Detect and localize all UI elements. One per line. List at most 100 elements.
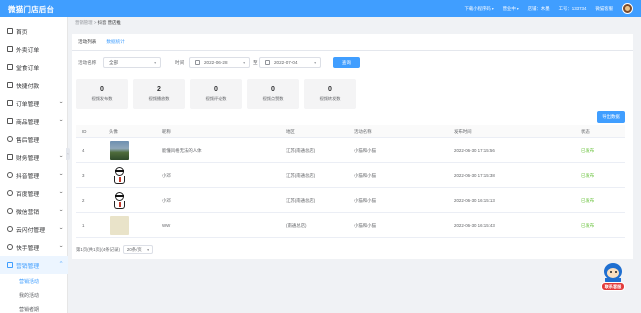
monitor-icon (7, 82, 13, 88)
sidebar-subitem-marketing-activities[interactable]: 营销活动 (0, 274, 68, 288)
stat-card-videos-published: 0 视频发布数 (76, 79, 128, 109)
user-avatar-image (110, 190, 129, 210)
sidebar-item-label: 抖音管理 (16, 173, 40, 180)
user-avatar-image (110, 215, 129, 235)
chevron-down-icon: ⌄ (58, 189, 64, 195)
end-date-picker[interactable]: 2022-07-04 ▾ (259, 57, 321, 68)
table-row[interactable]: 1 WW (南通总店) 小猫和小猫 2022-06-30 16:15:43 已发… (76, 213, 625, 238)
chevron-down-icon: ⌄ (58, 225, 64, 231)
cell-id: 4 (82, 148, 85, 153)
cell-region: (南通总店) (286, 223, 307, 228)
cell-activity: 小猫和小猫 (354, 173, 376, 178)
grid-icon (7, 262, 13, 268)
activity-filter-label: 活动名称 (78, 60, 97, 65)
cell-publish-time: 2022-06-30 16:15:43 (454, 223, 495, 228)
sidebar-item-wechat-marketing[interactable]: 微信营销 ⌄ (0, 202, 68, 220)
sidebar-item-dinein-orders[interactable]: 堂食订单 (0, 58, 68, 76)
wallet-icon (7, 154, 13, 160)
cell-region: 江苏(南通总店) (286, 198, 316, 203)
sidebar-item-label: 商品管理 (16, 119, 40, 126)
document-icon (7, 64, 13, 70)
date-range-separator: 至 (253, 60, 258, 65)
sidebar-subitem-marketing-periods[interactable]: 营销者期 (0, 302, 68, 313)
table-row[interactable]: 3 小邓 江苏(南通总店) 小猫和小猫 2022-06-30 17:15:38 … (76, 163, 625, 188)
avatar[interactable] (622, 3, 633, 14)
sidebar-item-unionpay[interactable]: 云闪付管理 ⌄ (0, 220, 68, 238)
sidebar-item-product-management[interactable]: 商品管理 ⌄ (0, 112, 68, 130)
table-row[interactable]: 2 小邓 江苏(南通总店) 小猫和小猫 2022-06-30 16:15:13 … (76, 188, 625, 213)
home-icon (7, 28, 13, 34)
sidebar-item-marketing[interactable]: 营销管理 ⌃ (0, 256, 68, 274)
cell-activity: 小猫和小猫 (354, 148, 376, 153)
cell-activity: 小猫和小猫 (354, 198, 376, 203)
stat-value: 0 (214, 86, 218, 93)
sidebar-item-order-management[interactable]: 订单管理 ⌄ (0, 94, 68, 112)
sidebar-item-douyin[interactable]: 抖音管理 ⌄ (0, 166, 68, 184)
download-miniprogram-menu[interactable]: 下载小程序码 ▾ (464, 6, 493, 12)
stat-card-video-shares: 0 视频转发数 (304, 79, 356, 109)
business-status-label: 营业中 (502, 5, 516, 11)
sidebar-item-home[interactable]: 首页 (0, 22, 68, 40)
user-avatar-image (110, 165, 129, 185)
table-header: ID 头像 昵称 地区 活动名称 发布时间 状态 (76, 125, 625, 138)
kuaishou-icon (7, 244, 13, 250)
start-date-value: 2022-06-28 (204, 60, 228, 65)
mascot-eye (615, 271, 617, 273)
sidebar-item-after-sales[interactable]: 售后管理 (0, 130, 68, 148)
sidebar-item-baidu[interactable]: 百度管理 ⌄ (0, 184, 68, 202)
business-status-menu[interactable]: 营业中 ▾ (503, 6, 519, 12)
mascot-face (607, 268, 619, 278)
cell-id: 2 (82, 198, 85, 203)
mascot-label: 联系客服 (601, 282, 625, 291)
page-size-select[interactable]: 20条/页 ▾ (122, 245, 153, 254)
sidebar-item-quick-pay[interactable]: 快捷付款 (0, 76, 68, 94)
user-name[interactable]: 微猫客服 (595, 6, 613, 12)
chevron-down-icon: ▾ (314, 60, 316, 65)
sidebar-item-finance[interactable]: 财务管理 ⌄ (0, 148, 68, 166)
status-badge: 已发布 (581, 173, 595, 178)
sidebar-item-kuaishou[interactable]: 快手管理 ⌄ (0, 238, 68, 256)
breadcrumb-parent[interactable]: 营销管理 (75, 20, 93, 25)
chevron-down-icon: ⌄ (58, 171, 64, 177)
chevron-down-icon: ⌄ (58, 117, 64, 123)
sidebar-collapse-handle[interactable]: ‹ (66, 148, 70, 160)
bag-icon (7, 118, 13, 124)
start-date-picker[interactable]: 2022-06-28 ▾ (189, 57, 250, 68)
status-badge: 已发布 (581, 148, 595, 153)
stat-label: 视频转发数 (319, 96, 341, 101)
sidebar-item-delivery-orders[interactable]: 外卖订单 (0, 40, 68, 58)
chevron-down-icon: ⌄ (58, 153, 64, 159)
breadcrumb: 营销管理 > 抖音 营店推 (75, 20, 121, 26)
chevron-down-icon: ⌄ (58, 243, 64, 249)
headset-icon (7, 136, 13, 142)
customer-service-mascot[interactable]: 联系客服 (601, 263, 625, 293)
export-data-button[interactable]: 导出数据 (597, 111, 625, 123)
sidebar-item-label: 订单管理 (16, 101, 40, 108)
user-avatar-image (110, 140, 129, 160)
column-header-id: ID (82, 129, 87, 134)
cell-publish-time: 2022-06-30 17:15:38 (454, 173, 495, 178)
sidebar-item-label: 首页 (16, 29, 28, 36)
sidebar-item-label: 百度管理 (16, 191, 40, 198)
query-button[interactable]: 查询 (333, 57, 360, 68)
page-size-value: 20条/页 (126, 246, 142, 252)
cell-nickname: WW (162, 223, 171, 228)
sidebar-item-label: 云闪付管理 (16, 227, 45, 234)
cell-activity: 小猫和小猫 (354, 223, 376, 228)
app-title: 微猫门店后台 (8, 5, 55, 14)
wechat-icon (7, 208, 13, 214)
sidebar-item-label: 堂食订单 (16, 65, 40, 72)
cell-region: 江苏(南通总店) (286, 148, 316, 153)
table-row[interactable]: 4 能懂风格无法的人体 江苏(南通总店) 小猫和小猫 2022-06-30 17… (76, 138, 625, 163)
chevron-down-icon: ⌄ (58, 99, 64, 105)
pagination: 第1页(共1页)(4条记录) 20条/页 ▾ (76, 245, 153, 254)
column-header-publish-time: 发布时间 (454, 129, 472, 134)
top-bar-actions: 下载小程序码 ▾ 营业中 ▾ 店铺：木墨 工号：133734 微猫客服 (464, 0, 641, 17)
list-icon (7, 46, 13, 52)
sidebar-subitem-my-activities[interactable]: 我的活动 (0, 288, 68, 302)
stat-label: 视频点赞数 (262, 96, 284, 101)
status-badge: 已发布 (581, 223, 595, 228)
activity-select[interactable]: 全部 ▾ (103, 57, 161, 68)
job-number: 工号：133734 (558, 5, 587, 11)
chevron-up-icon: ⌃ (58, 261, 64, 267)
